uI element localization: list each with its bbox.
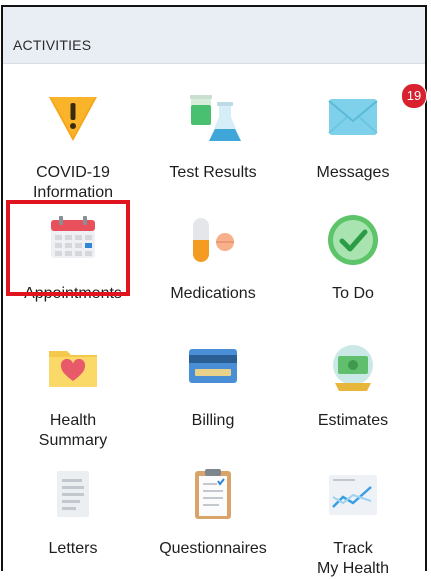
activities-title: ACTIVITIES	[13, 37, 92, 53]
warning-icon	[49, 97, 97, 141]
activities-header: ACTIVITIES	[3, 7, 425, 64]
tile-label: Messages	[316, 164, 390, 181]
tile-label: Billing	[191, 412, 235, 429]
money-estimate-icon	[333, 345, 373, 391]
tile-label: Test Results	[169, 164, 257, 181]
tile-label: COVID-19 Information	[32, 164, 114, 201]
envelope-icon	[328, 99, 378, 135]
pill-icon	[193, 218, 234, 262]
tile-label: Letters	[48, 540, 98, 557]
credit-card-icon	[189, 349, 237, 383]
lab-flask-icon	[190, 95, 241, 141]
letter-document-icon	[57, 471, 89, 517]
tile-label: Questionnaires	[159, 540, 267, 557]
tile-label: Health Summary	[38, 412, 108, 449]
trend-chart-icon	[329, 475, 377, 515]
checkmark-icon	[328, 215, 378, 265]
unread-badge: 19	[401, 83, 427, 109]
activities-panel: ACTIVITIES COVID-19 Information Test Res…	[1, 5, 427, 577]
tile-label: To Do	[332, 285, 374, 302]
folder-heart-icon	[49, 351, 97, 387]
appointments-highlight	[6, 200, 130, 296]
clipboard-icon	[195, 469, 231, 519]
tile-label: Medications	[170, 285, 256, 302]
tile-label: Track My Health	[316, 540, 390, 577]
tile-label: Estimates	[317, 412, 389, 429]
